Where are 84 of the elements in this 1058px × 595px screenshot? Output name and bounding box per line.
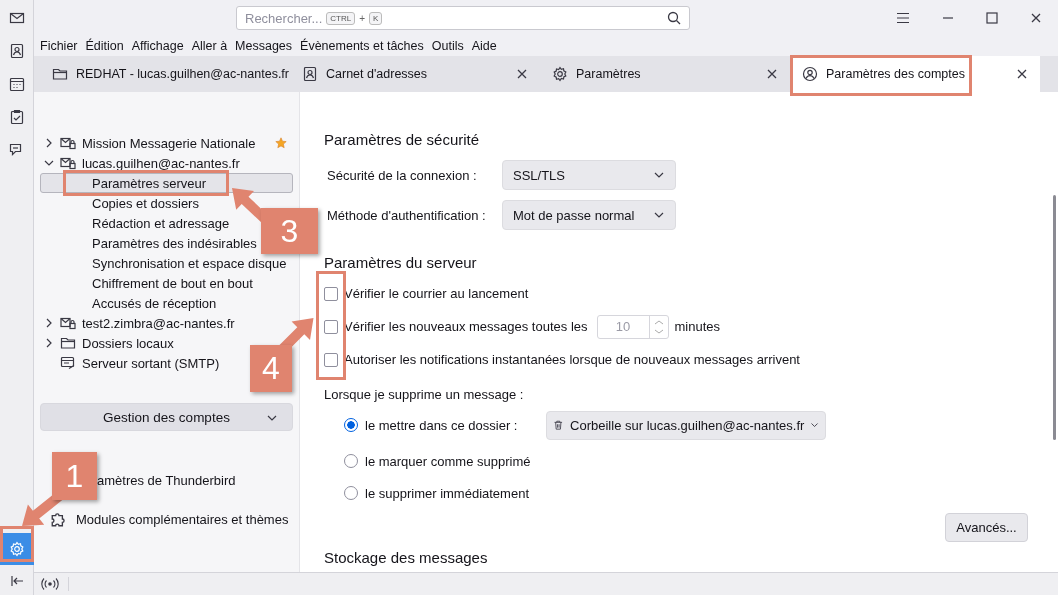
- keyboard-key: K: [369, 11, 383, 25]
- menu-item[interactable]: Fichier: [40, 39, 78, 53]
- outbox-icon: [60, 355, 76, 371]
- scrollbar-thumb[interactable]: [1053, 195, 1056, 440]
- account-name[interactable]: Mission Messagerie Nationale: [82, 135, 256, 151]
- settings-page-item[interactable]: Accusés de réception: [40, 293, 218, 313]
- account-name[interactable]: Serveur sortant (SMTP): [82, 355, 220, 371]
- menu-icon[interactable]: [896, 12, 910, 24]
- menu-item[interactable]: Évènements et tâches: [300, 39, 424, 53]
- settings-page-item[interactable]: Chiffrement de bout en bout: [40, 273, 254, 293]
- step-number-badge: 4: [250, 345, 292, 392]
- search-icon: [667, 11, 681, 25]
- menu-item[interactable]: Aller à: [191, 39, 228, 53]
- question-label: Lorsque je supprime un message :: [324, 386, 525, 404]
- puzzle-piece-icon: [50, 510, 68, 528]
- account-name[interactable]: lucas.guilhen@ac-nantes.fr: [82, 155, 240, 171]
- plus-sign: +: [359, 12, 366, 24]
- clipboard-check-icon[interactable]: [8, 109, 25, 125]
- section-title: Stockage des messages: [324, 548, 489, 568]
- calendar-icon[interactable]: [8, 76, 25, 92]
- tab[interactable]: Paramètres: [540, 56, 790, 92]
- maximize-icon[interactable]: [986, 12, 998, 24]
- checkbox[interactable]: [324, 352, 338, 367]
- dropdown[interactable]: Mot de passe normal: [502, 200, 676, 230]
- mail-icon[interactable]: [8, 10, 25, 26]
- field-label: Méthode d'authentification :: [327, 207, 487, 223]
- radio-button[interactable]: [344, 486, 358, 500]
- radio-button[interactable]: [344, 418, 358, 432]
- envelope-lock-icon: [60, 135, 76, 151]
- address-book-icon[interactable]: [8, 43, 25, 59]
- menu-item[interactable]: Affichage: [131, 39, 184, 53]
- settings-page-item[interactable]: Paramètres serveur: [40, 173, 293, 193]
- search-field[interactable]: Rechercher... CTRL + K: [236, 6, 690, 30]
- broadcast-icon[interactable]: [40, 577, 69, 591]
- section-title: Paramètres du serveur: [324, 253, 478, 273]
- address-book-icon: [302, 66, 318, 82]
- settings-page-item[interactable]: Paramètres des indésirables: [40, 233, 258, 253]
- close-icon[interactable]: [1030, 12, 1042, 24]
- folder-icon: [60, 335, 76, 351]
- close-icon[interactable]: [1016, 68, 1028, 80]
- search-placeholder: Rechercher...: [245, 10, 323, 26]
- tab[interactable]: REDHAT - lucas.guilhen@ac-nantes.fr: [40, 56, 290, 92]
- folder-dropdown[interactable]: Corbeille sur lucas.guilhen@ac-nantes.fr: [546, 410, 827, 440]
- gear-icon: [552, 66, 568, 82]
- folder-icon: [52, 66, 68, 82]
- tab[interactable]: Paramètres des comptes: [790, 56, 1040, 92]
- settings-page-item[interactable]: Copies et dossiers: [40, 193, 200, 213]
- section-title: Paramètres de sécurité: [324, 130, 481, 150]
- menu-item[interactable]: Aide: [471, 39, 497, 53]
- step-number-badge: 1: [52, 452, 97, 500]
- collapse-icon[interactable]: [8, 573, 25, 589]
- dropdown[interactable]: SSL/TLS: [502, 160, 676, 190]
- step-number-badge: 3: [261, 208, 318, 254]
- checkbox-label[interactable]: Vérifier le courrier au lancement: [344, 286, 529, 301]
- menu-item[interactable]: Outils: [431, 39, 464, 53]
- keyboard-key: CTRL: [326, 11, 356, 25]
- radio-label[interactable]: le supprimer immédiatement: [365, 485, 529, 501]
- tab[interactable]: Carnet d'adresses: [290, 56, 540, 92]
- advanced-button[interactable]: Avancés...: [945, 513, 1028, 542]
- close-icon[interactable]: [516, 68, 528, 80]
- account-actions-button[interactable]: Gestion des comptes: [40, 403, 293, 431]
- footer-link[interactable]: Modules complémentaires et thèmes: [76, 511, 289, 527]
- checkbox[interactable]: [324, 286, 338, 301]
- account-name[interactable]: Dossiers locaux: [82, 335, 174, 351]
- radio-label[interactable]: le mettre dans ce dossier :: [365, 417, 518, 433]
- checkbox-label[interactable]: Vérifier les nouveaux messages toutes les: [344, 319, 588, 334]
- menu-item[interactable]: Messages: [235, 39, 293, 53]
- field-label: Sécurité de la connexion :: [327, 167, 478, 183]
- envelope-lock-icon: [60, 315, 76, 331]
- radio-label[interactable]: le marquer comme supprimé: [365, 453, 531, 469]
- menu-item[interactable]: Édition: [85, 39, 124, 53]
- settings-page-item[interactable]: Rédaction et adressage: [40, 213, 231, 233]
- trash-icon: [553, 418, 565, 432]
- checkbox[interactable]: [324, 319, 338, 334]
- unit-label: minutes: [674, 319, 721, 334]
- footer-link[interactable]: amètres de Thunderbird: [97, 472, 236, 488]
- envelope-lock-icon: [60, 155, 76, 171]
- person-circle-icon: [802, 66, 818, 82]
- account-name[interactable]: test2.zimbra@ac-nantes.fr: [82, 315, 235, 331]
- highlight-frame: [0, 526, 34, 562]
- checkbox-label[interactable]: Autoriser les notifications instantanées lorsque de nouveaux messages arrivent: [344, 352, 800, 367]
- radio-button[interactable]: [344, 454, 358, 468]
- close-icon[interactable]: [766, 68, 778, 80]
- settings-page-item[interactable]: Synchronisation et espace disque: [40, 253, 288, 273]
